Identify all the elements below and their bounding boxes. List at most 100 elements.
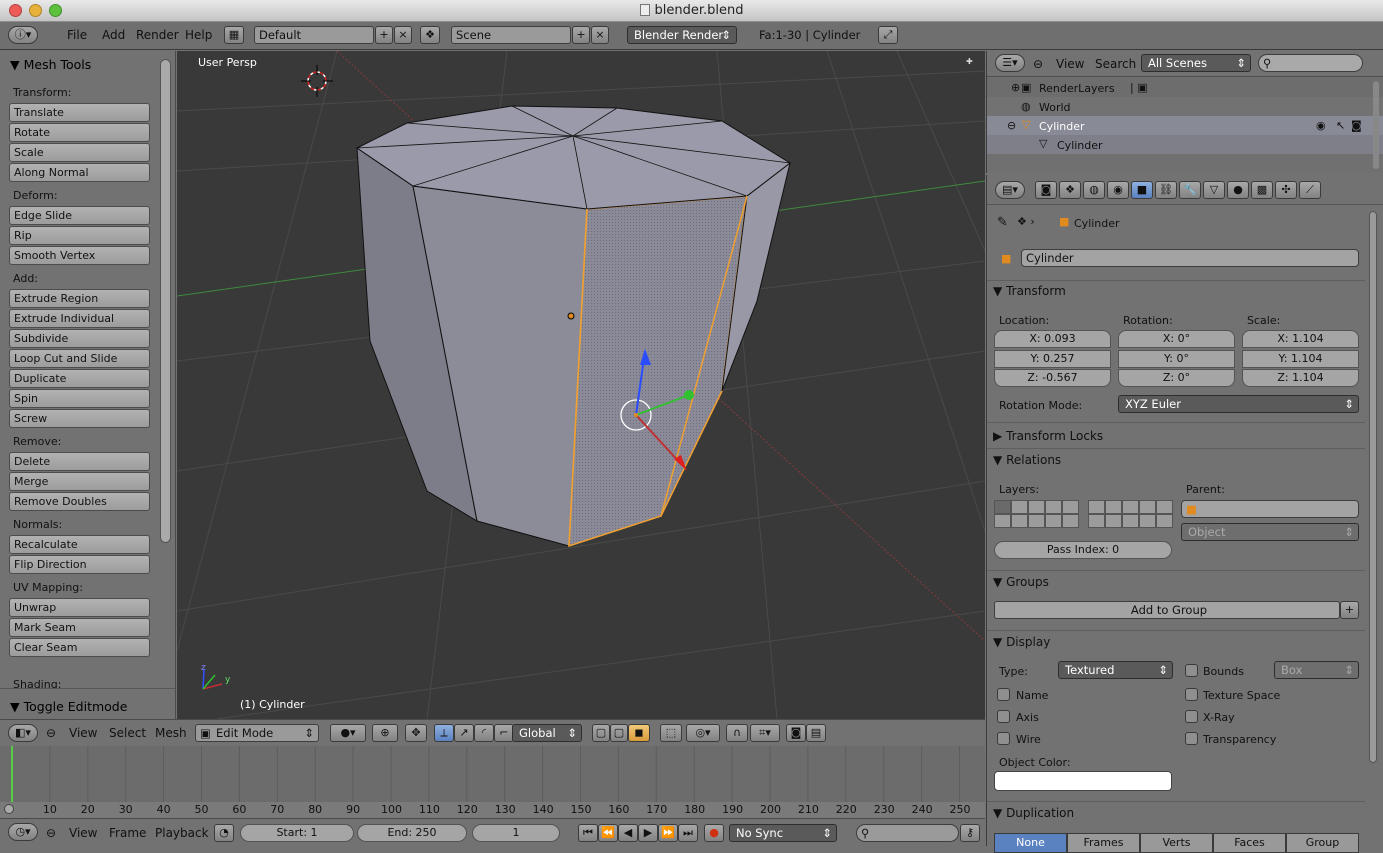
scene-field[interactable]: Scene [451,26,571,44]
menu-file[interactable]: File [67,28,87,42]
mark-seam-button[interactable]: Mark Seam [9,618,150,637]
scale-z-field[interactable]: Z: 1.104 [1242,369,1359,387]
render-opengl-button[interactable]: ◙ [786,724,806,742]
menu-select[interactable]: Select [109,726,146,740]
menu-help[interactable]: Help [185,28,212,42]
pass-index-field[interactable]: Pass Index: 0 [994,541,1172,559]
outliner-row-cylinder-mesh[interactable]: ▽ Cylinder [987,135,1383,154]
snap-toggle-button[interactable]: ∩ [726,724,748,742]
duplicate-button[interactable]: Duplicate [9,369,150,388]
location-z-field[interactable]: Z: -0.567 [994,369,1111,387]
layer-toggle[interactable] [1105,500,1122,514]
extrude-region-button[interactable]: Extrude Region [9,289,150,308]
loop-cut-and-slide-button[interactable]: Loop Cut and Slide [9,349,150,368]
add-group-plus-button[interactable]: + [1340,601,1359,619]
layer-toggle[interactable] [1139,500,1156,514]
bounds-checkbox[interactable] [1185,664,1198,677]
transform-panel-header[interactable]: ▼ Transform [993,284,1361,304]
particles-tab[interactable]: ✣ [1275,181,1297,199]
modifier-tab[interactable]: 🔧 [1179,181,1201,199]
screen-layout-field[interactable]: Default [254,26,374,44]
edge-slide-button[interactable]: Edge Slide [9,206,150,225]
layer-toggle[interactable] [1088,500,1105,514]
scene-icon-button[interactable]: ❖ [420,26,440,44]
along-normal-button[interactable]: Along Normal [9,163,150,182]
transparency-checkbox[interactable] [1185,732,1198,745]
play-reverse-button[interactable]: ◀ [618,824,638,842]
face-select-button[interactable]: ◼ [628,724,650,742]
snap-element-button[interactable]: ⌗▾ [750,724,780,742]
editor-type-info-button[interactable]: ⓘ▾ [8,26,38,44]
clear-seam-button[interactable]: Clear Seam [9,638,150,657]
smooth-vertex-button[interactable]: Smooth Vertex [9,246,150,265]
collapse-menu-icon[interactable]: ⊖ [1033,57,1043,71]
layer-toggle[interactable] [1156,514,1173,528]
menu-timeline-view[interactable]: View [69,826,97,840]
cylinder-mesh[interactable] [356,105,791,548]
jump-end-button[interactable]: ⏭ [678,824,698,842]
wire-checkbox[interactable] [997,732,1010,745]
eye-icon[interactable]: ◉ [1316,119,1326,132]
menu-add[interactable]: Add [102,28,125,42]
add-screen-button[interactable]: + [375,26,393,44]
properties-scrollbar[interactable] [1369,211,1377,763]
layer-toggle[interactable] [1062,500,1079,514]
layer-toggle[interactable] [1062,514,1079,528]
outliner-scrollbar[interactable] [1373,81,1379,169]
corner-plus-icon[interactable]: ✚ [966,57,973,66]
close-window-button[interactable] [9,4,22,17]
rotation-z-field[interactable]: Z: 0° [1118,369,1235,387]
remove-doubles-button[interactable]: Remove Doubles [9,492,150,511]
x-ray-checkbox[interactable] [1185,710,1198,723]
jump-start-button[interactable]: ⏮ [578,824,598,842]
menu-mesh[interactable]: Mesh [155,726,187,740]
layer-toggle[interactable] [1045,500,1062,514]
cursor-select-icon[interactable]: ↖ [1336,119,1345,132]
location-x-field[interactable]: X: 0.093 [994,330,1111,348]
menu-playback[interactable]: Playback [155,826,209,840]
layer-toggle[interactable] [1011,500,1028,514]
tool-shelf-scrollbar[interactable] [160,59,171,543]
groups-panel-header[interactable]: ▼ Groups [993,575,1361,595]
flip-direction-button[interactable]: Flip Direction [9,555,150,574]
layer-toggle[interactable] [1088,514,1105,528]
dup-tab-group[interactable]: Group [1286,833,1359,853]
layer-toggle[interactable] [1105,514,1122,528]
texture-tab[interactable]: ▩ [1251,181,1273,199]
menu-render[interactable]: Render [136,28,179,42]
rotation-mode-dropdown[interactable]: XYZ Euler ⇕ [1118,395,1359,413]
viewport-shading-button[interactable]: ●▾ [330,724,366,742]
next-keyframe-button[interactable]: ⏩ [658,824,678,842]
recalculate-button[interactable]: Recalculate [9,535,150,554]
scale-manipulator-button[interactable]: ◜ [474,724,494,742]
rotation-x-field[interactable]: X: 0° [1118,330,1235,348]
axis-checkbox[interactable] [997,710,1010,723]
parent-field[interactable]: ■ [1181,500,1359,518]
pin-icon[interactable]: ✎ [997,215,1008,230]
collapse-menu-icon[interactable]: ⊖ [46,826,56,840]
editor-type-timeline-button[interactable]: ◷▾ [8,823,38,841]
merge-button[interactable]: Merge [9,472,150,491]
scene-tab[interactable]: ◍ [1083,181,1105,199]
rip-button[interactable]: Rip [9,226,150,245]
spin-button[interactable]: Spin [9,389,150,408]
start-frame-field[interactable]: Start: 1 [240,824,354,842]
editor-type-properties-button[interactable]: ▤▾ [995,181,1025,199]
remove-scene-button[interactable]: × [591,26,609,44]
expand-plus-icon[interactable]: ⊕ [1011,81,1020,94]
rotate-button[interactable]: Rotate [9,123,150,142]
object-tab[interactable]: ■ [1131,181,1153,199]
manip-extra-button[interactable]: ⌐ [494,724,514,742]
keying-set-field[interactable]: ⚲ [856,824,959,842]
layer-toggle[interactable] [1156,500,1173,514]
render-anim-button[interactable]: ▤ [806,724,826,742]
edge-select-button[interactable]: ▢ [610,724,628,742]
duplication-panel-header[interactable]: ▼ Duplication [993,806,1361,826]
name-checkbox[interactable] [997,688,1010,701]
display-panel-header[interactable]: ▼ Display [993,635,1361,655]
layer-toggle[interactable] [1028,500,1045,514]
record-button[interactable]: ● [704,824,724,842]
display-mode-dropdown[interactable]: All Scenes ⇕ [1141,54,1251,72]
data-tab[interactable]: ▽ [1203,181,1225,199]
layer-toggle[interactable] [1011,514,1028,528]
